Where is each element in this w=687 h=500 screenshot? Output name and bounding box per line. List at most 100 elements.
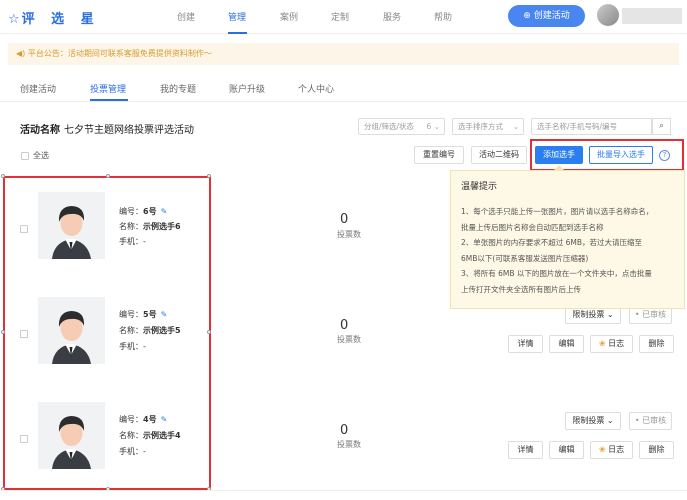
player-avatar[interactable] <box>38 192 105 259</box>
top-bar: ☆ 评 选 星 创建 管理 案例 定制 服务 帮助 ⊕ 创建活动 <box>0 0 687 34</box>
search-input[interactable]: 选手名称/手机号码/编号 <box>531 118 652 135</box>
name-value: 示例选手5 <box>143 326 181 335</box>
tab-account-upgrade[interactable]: 账户升级 <box>229 82 265 95</box>
sub-tabs: 创建活动 投票管理 我的专题 账户升级 个人中心 <box>0 72 687 102</box>
phone-value: - <box>143 447 146 456</box>
resize-handle[interactable] <box>207 174 211 178</box>
name-label: 名称： <box>119 431 143 440</box>
limit-vote-select[interactable]: 限制投票 ⌄ <box>565 412 621 430</box>
vote-count: 0 <box>340 423 349 438</box>
nav-custom[interactable]: 定制 <box>331 10 349 23</box>
select-all[interactable]: 全选 <box>21 150 49 161</box>
select-all-checkbox[interactable] <box>21 151 29 160</box>
nav-manage[interactable]: 管理 <box>228 10 246 23</box>
log-button[interactable]: ❀ 日志 <box>590 441 633 459</box>
tips-line: 6MB以下(可联系客服发送图片压缩器) <box>461 253 589 263</box>
details-button[interactable]: 详情 <box>508 335 543 353</box>
chevron-down-icon: ⌄ <box>606 416 614 425</box>
reset-numbers-button[interactable]: 重置编号 <box>414 146 464 164</box>
tab-active-underline <box>90 99 128 101</box>
audit-status[interactable]: • 已审核 <box>629 412 672 430</box>
pencil-icon[interactable]: ✎ <box>161 207 168 216</box>
delete-button[interactable]: 删除 <box>639 441 674 459</box>
user-name-blurred[interactable] <box>622 8 682 24</box>
name-label: 名称： <box>119 222 143 231</box>
logo[interactable]: ☆ 评 选 星 <box>8 8 100 27</box>
row-checkbox[interactable] <box>20 330 28 338</box>
tab-personal-center[interactable]: 个人中心 <box>298 82 334 95</box>
person-avatar-icon <box>52 311 91 364</box>
sort-select[interactable]: 选手排序方式 ⌄ <box>452 118 524 135</box>
log-button[interactable]: ❀ 日志 <box>590 335 633 353</box>
name-label: 名称： <box>119 326 143 335</box>
sort-value: 选手排序方式 <box>458 122 503 131</box>
details-button[interactable]: 详情 <box>508 441 543 459</box>
number-label: 编号： <box>119 207 143 216</box>
vote-count-label: 投票数 <box>337 230 361 239</box>
weibo-icon: ❀ <box>598 339 606 348</box>
audited-label: 已审核 <box>642 310 667 319</box>
announcement-text: 平台公告：活动期间可联系客服免费提供资料制作～ <box>27 49 212 58</box>
vote-count-label: 投票数 <box>337 440 361 449</box>
search-icon: ⌕ <box>658 121 665 131</box>
activity-name: 七夕节主题网络投票评选活动 <box>64 125 194 136</box>
player-avatar[interactable] <box>38 402 105 469</box>
help-icon[interactable]: ? <box>659 150 670 161</box>
limit-vote-label: 限制投票 <box>572 310 605 319</box>
search-button[interactable]: ⌕ <box>652 118 671 135</box>
chevron-down-icon: ⌄ <box>512 122 519 131</box>
create-activity-button[interactable]: ⊕ 创建活动 <box>508 5 585 27</box>
phone-value: - <box>143 342 146 351</box>
edit-button[interactable]: 编辑 <box>549 441 584 459</box>
player-number: 编号：5号 ✎ <box>119 309 167 320</box>
pencil-icon[interactable]: ✎ <box>161 415 168 424</box>
row-checkbox[interactable] <box>20 435 28 443</box>
star-icon: ☆ <box>8 12 20 27</box>
chevron-down-icon: ⌄ <box>606 310 614 319</box>
resize-handle[interactable] <box>1 174 5 178</box>
resize-handle[interactable] <box>1 330 5 334</box>
pencil-icon[interactable]: ✎ <box>161 310 168 319</box>
user-avatar[interactable] <box>597 4 619 26</box>
tab-create-activity[interactable]: 创建活动 <box>20 82 56 95</box>
edit-button[interactable]: 编辑 <box>549 335 584 353</box>
nav-create[interactable]: 创建 <box>177 10 195 23</box>
nav-help[interactable]: 帮助 <box>434 10 452 23</box>
group-status-value: 分组/筛选/状态 <box>364 122 415 131</box>
player-phone: 手机：- <box>119 236 146 247</box>
player-row: 编号：4号 ✎ 名称：示例选手4 手机：- 0 投票数 限制投票 ⌄ • 已审核 … <box>8 389 687 495</box>
delete-button[interactable]: 删除 <box>639 335 674 353</box>
batch-import-button[interactable]: 批量导入选手 <box>589 146 653 164</box>
vote-count-label: 投票数 <box>337 335 361 344</box>
row-checkbox[interactable] <box>20 225 28 233</box>
audited-label: 已审核 <box>642 416 667 425</box>
qrcode-button[interactable]: 活动二维码 <box>471 146 527 164</box>
player-name: 名称：示例选手5 <box>119 325 181 336</box>
person-avatar-icon <box>52 206 91 259</box>
phone-value: - <box>143 237 146 246</box>
group-status-select[interactable]: 分组/筛选/状态 6 ⌄ <box>358 118 445 135</box>
activity-label: 活动名称 <box>20 125 60 136</box>
player-name: 名称：示例选手4 <box>119 430 181 441</box>
phone-label: 手机： <box>119 342 143 351</box>
group-count: 6 <box>426 122 432 131</box>
tab-vote-management[interactable]: 投票管理 <box>90 82 126 95</box>
activity-title: 活动名称 七夕节主题网络投票评选活动 <box>20 121 194 136</box>
player-avatar[interactable] <box>38 297 105 364</box>
tips-line: 上传打开文件夹全选所有图片后上传 <box>461 284 581 294</box>
add-player-button[interactable]: 添加选手 <box>535 146 583 164</box>
player-phone: 手机：- <box>119 341 146 352</box>
nav-cases[interactable]: 案例 <box>280 10 298 23</box>
log-label: 日志 <box>608 339 625 348</box>
check-circle-icon: • <box>634 310 640 319</box>
plus-icon: ⊕ <box>523 11 531 21</box>
tab-my-topics[interactable]: 我的专题 <box>160 82 196 95</box>
check-circle-icon: • <box>634 416 640 425</box>
nav-service[interactable]: 服务 <box>383 10 401 23</box>
limit-vote-label: 限制投票 <box>572 416 605 425</box>
resize-handle[interactable] <box>106 174 110 178</box>
person-avatar-icon <box>52 416 91 469</box>
announcement-bar: ◀) 平台公告：活动期间可联系客服免费提供资料制作～ <box>8 43 679 65</box>
phone-label: 手机： <box>119 447 143 456</box>
create-activity-label: 创建活动 <box>533 11 570 21</box>
